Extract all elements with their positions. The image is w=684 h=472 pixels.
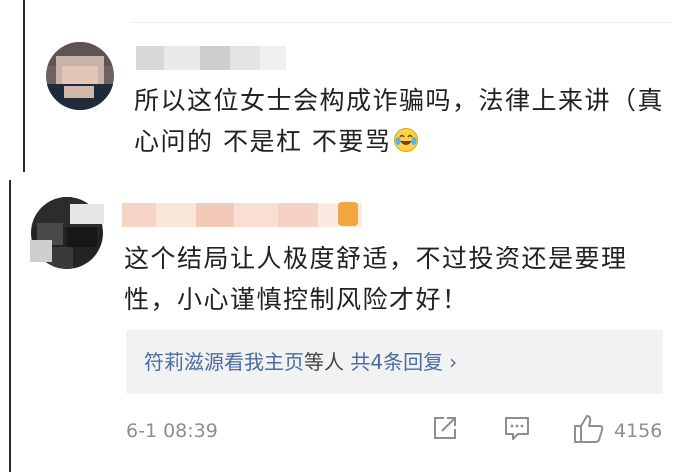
comment-card-2: 这个结局让人极度舒适，不过投资还是要理性，小心谨慎控制风险才好！ 符莉滋源看我主… (0, 180, 684, 472)
comment-card-1: 所以这位女士会构成诈骗吗，法律上来讲（真心问的 不是杠 不要骂 (0, 0, 684, 172)
avatar-blur-fringe (30, 240, 52, 262)
username-blurred[interactable] (136, 46, 286, 70)
avatar-blur-fringe (70, 204, 104, 224)
laughing-crying-emoji-icon (393, 124, 419, 152)
comment-text: 这个结局让人极度舒适，不过投资还是要理性，小心谨慎控制风险才好！ (124, 244, 628, 314)
like-icon[interactable] (572, 413, 606, 449)
share-icon[interactable] (430, 413, 460, 447)
chevron-right-icon[interactable]: › (449, 350, 457, 374)
crop-edge-line (23, 0, 25, 172)
username-blurred[interactable] (122, 203, 362, 227)
replies-preview[interactable]: 符莉滋源看我主页等人 共4条回复 › (126, 330, 663, 394)
divider (130, 22, 672, 23)
reply-author-link[interactable]: 符莉滋源看我主页 (144, 350, 304, 374)
crop-edge-line (9, 180, 11, 472)
vip-badge-icon (338, 202, 358, 226)
avatar[interactable] (46, 42, 114, 110)
reply-others-label: 等人 (304, 350, 344, 374)
comment-text: 所以这位女士会构成诈骗吗，法律上来讲（真心问的 不是杠 不要骂 (134, 80, 674, 162)
like-count: 4156 (614, 420, 663, 442)
reply-count-link[interactable]: 共4条回复 (350, 350, 443, 374)
timestamp: 6-1 08:39 (126, 420, 218, 442)
comment-icon[interactable] (502, 413, 532, 447)
